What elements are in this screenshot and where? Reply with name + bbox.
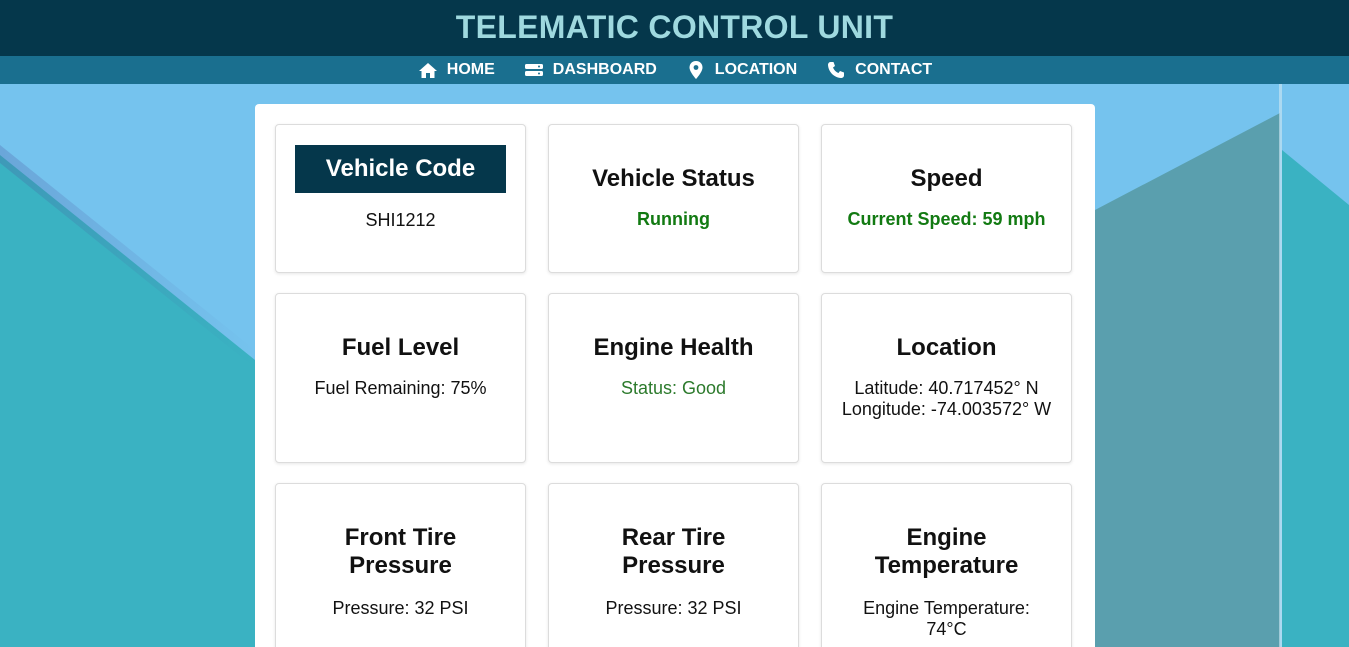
engine-health-title: Engine Health xyxy=(593,334,754,361)
card-vehicle-code: Vehicle Code SHI1212 xyxy=(275,124,526,273)
nav-location[interactable]: LOCATION xyxy=(685,56,797,84)
main-nav: HOME DASHBOARD LOCATION CONTACT xyxy=(0,56,1349,84)
dashboard-icon xyxy=(523,61,545,79)
engine-temp-value-line1: Engine Temperature: xyxy=(863,598,1030,618)
speed-title: Speed xyxy=(910,165,983,192)
app-header: TELEMATIC CONTROL UNIT xyxy=(0,0,1349,56)
vehicle-code-title: Vehicle Code xyxy=(295,145,506,193)
card-speed: Speed Current Speed: 59 mph xyxy=(821,124,1072,273)
home-icon xyxy=(417,61,439,79)
front-tire-title-line1: Front Tire xyxy=(344,524,457,551)
location-longitude: Longitude: -74.003572° W xyxy=(841,399,1052,419)
engine-health-value: Status: Good xyxy=(620,378,727,398)
rear-tire-value: Pressure: 32 PSI xyxy=(605,598,742,618)
vehicle-status-title: Vehicle Status xyxy=(592,165,755,192)
vehicle-status-value: Running xyxy=(637,209,710,229)
nav-home[interactable]: HOME xyxy=(417,56,495,84)
nav-contact[interactable]: CONTACT xyxy=(825,56,932,84)
card-front-tire: Front Tire Pressure Pressure: 32 PSI xyxy=(275,483,526,647)
phone-icon xyxy=(825,61,847,79)
front-tire-value: Pressure: 32 PSI xyxy=(332,598,469,618)
location-title: Location xyxy=(896,334,997,361)
rear-tire-title-line1: Rear Tire xyxy=(621,524,726,551)
fuel-level-value: Fuel Remaining: 75% xyxy=(314,378,487,398)
fuel-level-title: Fuel Level xyxy=(341,334,460,361)
card-fuel-level: Fuel Level Fuel Remaining: 75% xyxy=(275,293,526,463)
app-title: TELEMATIC CONTROL UNIT xyxy=(455,9,894,45)
card-engine-temp: Engine Temperature Engine Temperature: 7… xyxy=(821,483,1072,647)
nav-location-label: LOCATION xyxy=(714,61,798,78)
card-rear-tire: Rear Tire Pressure Pressure: 32 PSI xyxy=(548,483,799,647)
engine-temp-title-line2: Temperature xyxy=(874,552,1019,579)
nav-home-label: HOME xyxy=(446,61,495,78)
dashboard-panel: Vehicle Code SHI1212 Vehicle Status Runn… xyxy=(255,104,1095,647)
location-pin-icon xyxy=(685,61,707,79)
location-latitude: Latitude: 40.717452° N xyxy=(854,378,1039,398)
card-engine-health: Engine Health Status: Good xyxy=(548,293,799,463)
front-tire-title-line2: Pressure xyxy=(349,552,452,579)
nav-dashboard-label: DASHBOARD xyxy=(552,61,657,78)
rear-tire-title-line2: Pressure xyxy=(622,552,725,579)
engine-temp-title-line1: Engine xyxy=(906,524,987,551)
vehicle-code-value: SHI1212 xyxy=(365,210,436,230)
engine-temp-value-line2: 74°C xyxy=(926,619,967,639)
card-location: Location Latitude: 40.717452° N Longitud… xyxy=(821,293,1072,463)
card-vehicle-status: Vehicle Status Running xyxy=(548,124,799,273)
nav-contact-label: CONTACT xyxy=(855,61,933,78)
nav-dashboard[interactable]: DASHBOARD xyxy=(523,56,657,84)
speed-value: Current Speed: 59 mph xyxy=(847,209,1046,229)
